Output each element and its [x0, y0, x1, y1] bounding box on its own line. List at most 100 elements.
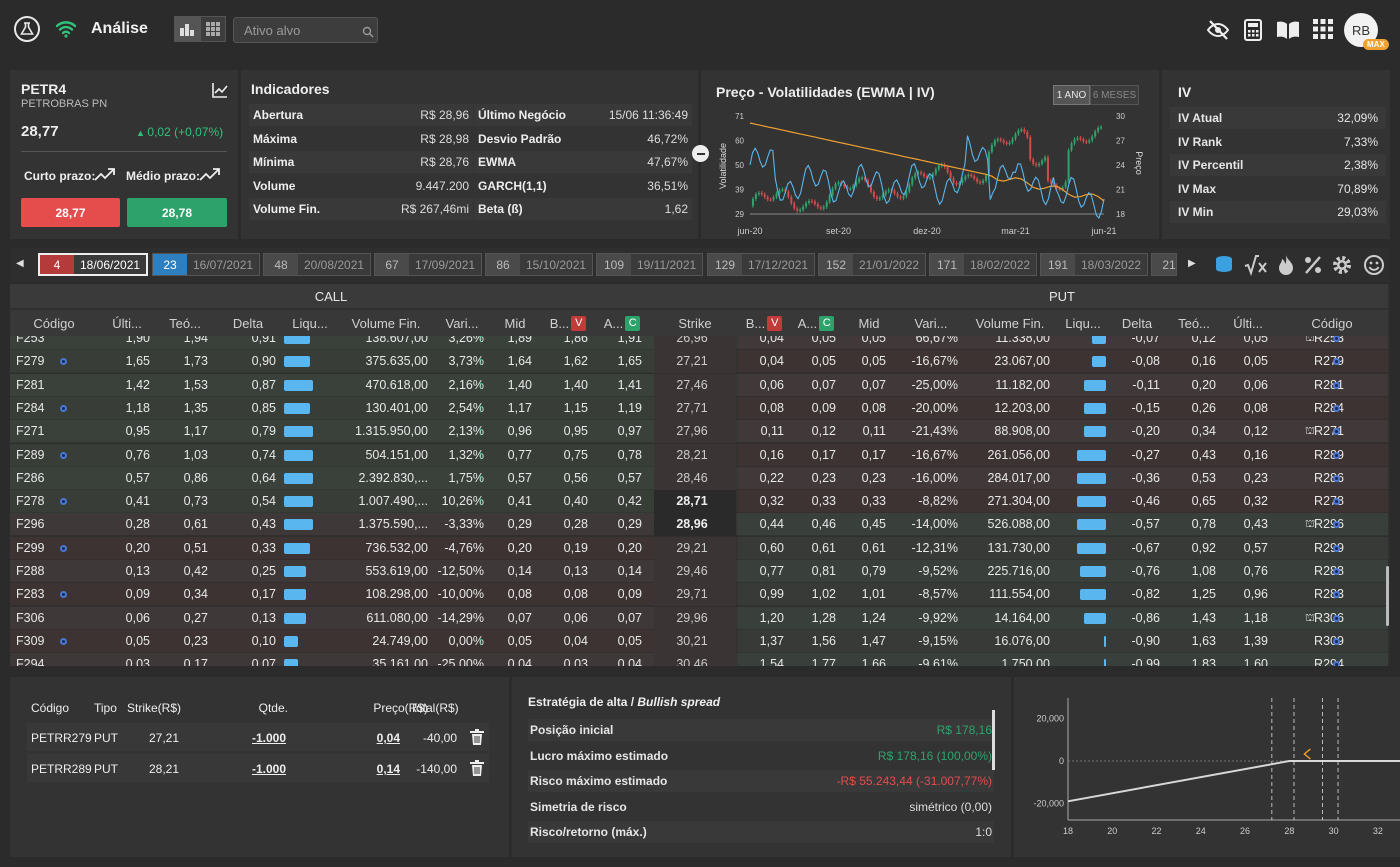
column-header-teo[interactable]: Teó...	[156, 312, 214, 334]
expiry-tab[interactable]: 109 19/11/2021	[596, 253, 704, 276]
call-liquidity-bar	[284, 402, 311, 414]
expiry-tab[interactable]: 191 18/03/2022	[1040, 253, 1149, 276]
option-row[interactable]: F289 0,76 1,03 0,74 504.151,00 1,32% 0,77 0,75 0…	[10, 443, 1388, 467]
column-header-a[interactable]: A... C	[596, 312, 648, 334]
indicator-row: GARCH(1,1) 36,51%	[474, 175, 692, 197]
cell-ct: 1,73	[183, 354, 208, 369]
cell-pm: 0,05	[861, 354, 886, 369]
trash-icon[interactable]	[470, 760, 484, 776]
column-header-vari[interactable]: Vari...	[898, 312, 964, 334]
lab-flask-logo-icon[interactable]	[14, 16, 40, 42]
option-row[interactable]: F253 1,90 1,94 0,91 138.607,00 3,26% 1,89 1,86 1…	[10, 336, 1388, 350]
book-icon[interactable]	[1275, 18, 1301, 42]
smiley-icon[interactable]	[1363, 254, 1385, 276]
expiry-tab[interactable]: 86 15/10/2021	[485, 253, 594, 276]
ask-tag: C	[819, 315, 835, 331]
option-row[interactable]: F294 0,03 0,17 0,07 35.161,00 -25,00% 0,04 0,03…	[10, 653, 1388, 666]
collapse-button[interactable]	[692, 145, 709, 162]
buy-price-button[interactable]: 28,78	[127, 198, 227, 227]
coins-icon[interactable]	[1213, 254, 1235, 276]
lock-icon: ⛫	[1305, 518, 1316, 531]
scroll-left-icon[interactable]: ◀	[16, 258, 24, 269]
strike-section-header	[652, 284, 736, 308]
column-header-a[interactable]: A... C	[790, 312, 842, 334]
cell-cd: 0,91	[251, 336, 276, 345]
expiry-tab[interactable]: 152 21/01/2022	[818, 253, 927, 276]
candle	[805, 202, 808, 207]
column-header-strike[interactable]: Strike	[654, 312, 736, 334]
expiry-tab[interactable]: 21	[1151, 253, 1177, 276]
position-qty-input[interactable]: -1.000	[220, 762, 286, 776]
position-price-input[interactable]: 0,04	[320, 731, 400, 745]
option-row[interactable]: F271 0,95 1,17 0,79 1.315.950,00 2,13% 0,96 0,9…	[10, 420, 1388, 444]
chain-body[interactable]: F253 1,90 1,94 0,91 138.607,00 3,26% 1,89 1,86 1…	[10, 336, 1388, 666]
put-liquidity-bar	[1084, 612, 1106, 624]
chart-line-icon[interactable]	[212, 82, 228, 98]
trash-icon[interactable]	[470, 729, 484, 745]
option-row[interactable]: F279 1,65 1,73 0,90 375.635,00 3,73% 1,64 1,62 1…	[10, 350, 1388, 374]
grid-view-button[interactable]	[200, 16, 226, 42]
scroll-right-icon[interactable]: ▶	[1188, 258, 1196, 269]
cell-pa: 1,02	[811, 587, 836, 602]
expiry-tab[interactable]: 67 17/09/2021	[374, 253, 483, 276]
chain-view-button[interactable]	[174, 16, 200, 42]
column-header-ulti[interactable]: Últi...	[1222, 312, 1274, 334]
candle	[884, 191, 887, 195]
candle	[955, 182, 958, 185]
chain-scrollbar[interactable]	[1386, 566, 1389, 626]
column-header-volfin[interactable]: Volume Fin.	[338, 312, 434, 334]
asset-search-input[interactable]	[233, 17, 378, 43]
expiry-date: 17/12/2021	[742, 254, 815, 275]
candle	[937, 165, 940, 170]
option-row[interactable]: F286 0,57 0,86 0,64 2.392.830,... 1,75% 0,57 0,…	[10, 466, 1388, 490]
column-header-liq[interactable]: Liqu...	[282, 312, 338, 334]
expiry-tab[interactable]: 48 20/08/2021	[263, 253, 372, 276]
expiry-tab[interactable]: 171 18/02/2022	[929, 253, 1038, 276]
option-row[interactable]: F309 0,05 0,23 0,10 24.749,00 0,00% 0,05 0,04 0,…	[10, 629, 1388, 653]
column-header-delta[interactable]: Delta	[214, 312, 282, 334]
column-header-mid[interactable]: Mid	[492, 312, 538, 334]
cell-cm: 0,14	[507, 564, 532, 578]
column-header-liq[interactable]: Liqu...	[1056, 312, 1110, 334]
position-qty-input[interactable]: -1.000	[220, 731, 286, 745]
column-header-b[interactable]: B... V	[542, 312, 594, 334]
apps-grid-icon[interactable]	[1312, 18, 1336, 42]
column-header-volfin[interactable]: Volume Fin.	[964, 312, 1056, 334]
column-header-b[interactable]: B... V	[738, 312, 790, 334]
option-row[interactable]: F288 0,13 0,42 0,25 553.619,00 -12,50% 0,14 0,1…	[10, 560, 1388, 583]
cell-pv: 131.730,00	[987, 540, 1050, 555]
percent-icon[interactable]	[1303, 254, 1323, 276]
calculator-icon[interactable]	[1241, 18, 1265, 42]
column-header-ulti[interactable]: Últi...	[98, 312, 156, 334]
option-row[interactable]: F299 0,20 0,51 0,33 736.532,00 -4,76% 0,20 0,19…	[10, 536, 1388, 560]
column-header-codigo[interactable]: Código	[10, 312, 98, 334]
column-header-teo[interactable]: Teó...	[1166, 312, 1222, 334]
eye-off-icon[interactable]	[1206, 18, 1230, 42]
candle	[1046, 157, 1049, 181]
position-price-input[interactable]: 0,14	[320, 762, 400, 776]
range-6m-button[interactable]: 6 MESES	[1090, 85, 1139, 105]
range-1y-button[interactable]: 1 ANO	[1053, 85, 1090, 105]
cell-pvar: -8,57%	[918, 587, 958, 602]
column-header-codigo[interactable]: Código	[1278, 312, 1386, 334]
expiry-tab[interactable]: 4 18/06/2021	[38, 253, 149, 276]
column-header-vari[interactable]: Vari...	[434, 312, 490, 334]
sell-price-button[interactable]: 28,77	[21, 198, 120, 227]
option-row[interactable]: F278 0,41 0,73 0,54 1.007.490,... 10,26% 0,41 0…	[10, 490, 1388, 514]
expiry-tab[interactable]: 129 17/12/2021	[707, 253, 816, 276]
option-row[interactable]: F306 0,06 0,27 0,13 611.080,00 -14,29% 0,07 0,0…	[10, 606, 1388, 630]
option-row[interactable]: F296 0,28 0,61 0,43 1.375.590,... -3,33% 0,29 0…	[10, 513, 1388, 537]
x-tick-label: set-20	[826, 226, 851, 236]
strategy-scrollbar[interactable]	[992, 710, 995, 770]
greeks-formula-icon[interactable]	[1244, 254, 1268, 277]
expiry-tab[interactable]: 23 16/07/2021	[152, 253, 261, 276]
column-header-mid[interactable]: Mid	[846, 312, 892, 334]
option-row[interactable]: F284 1,18 1,35 0,85 130.401,00 2,54% 1,17 1,15 1…	[10, 396, 1388, 420]
column-header-delta[interactable]: Delta	[1108, 312, 1166, 334]
strategy-row: Posição inicial R$ 178,16	[528, 719, 994, 741]
cell-ca: 0,05	[617, 633, 642, 648]
fire-icon[interactable]	[1277, 254, 1295, 276]
option-row[interactable]: F283 0,09 0,34 0,17 108.298,00 -10,00% 0,08 0,0…	[10, 583, 1388, 607]
option-row[interactable]: F281 1,42 1,53 0,87 470.618,00 2,16% 1,40 1,40 1…	[10, 373, 1388, 397]
gear-icon[interactable]	[1331, 254, 1353, 276]
